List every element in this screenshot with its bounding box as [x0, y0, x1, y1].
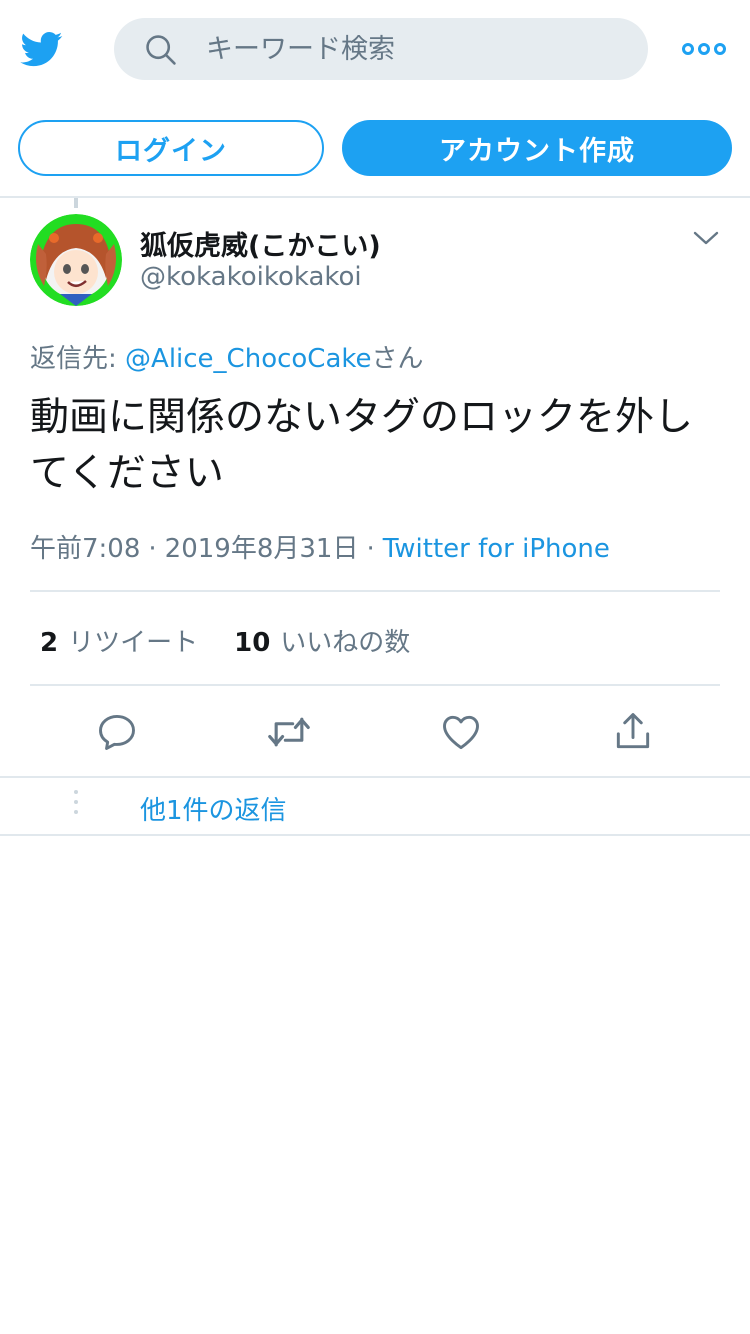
thread-connector-line: [74, 198, 78, 208]
login-button[interactable]: ログイン: [18, 120, 324, 176]
reply-icon[interactable]: [95, 710, 139, 754]
like-stat[interactable]: 10 いいねの数: [234, 628, 410, 658]
retweet-label: リツイート: [68, 628, 199, 658]
username[interactable]: @kokakoikokakoi: [140, 262, 362, 292]
reply-to-line: 返信先: @Alice_ChocoCakeさん: [30, 338, 424, 375]
tweet-page: ログイン アカウント作成 狐仮虎威(こかこい) @kokakoikokakoi …: [0, 0, 750, 1334]
meta-separator: ·: [366, 534, 375, 564]
search-input[interactable]: [206, 18, 626, 80]
tweet-time[interactable]: 午前7:08: [30, 534, 140, 564]
tweet-date[interactable]: 2019年8月31日: [165, 534, 359, 564]
twitter-bird-icon[interactable]: [18, 28, 66, 70]
retweet-icon[interactable]: [267, 710, 311, 754]
like-count: 10: [234, 628, 271, 658]
thread-dots: [74, 790, 78, 822]
stats-divider-bottom: [30, 684, 720, 686]
share-icon[interactable]: [611, 710, 655, 754]
reply-to-suffix: さん: [371, 344, 424, 374]
search-icon: [146, 35, 176, 65]
chevron-down-icon[interactable]: [692, 228, 720, 248]
like-label: いいねの数: [280, 628, 411, 658]
signup-button[interactable]: アカウント作成: [342, 120, 732, 176]
reply-mention-link[interactable]: @Alice_ChocoCake: [125, 344, 371, 374]
tweet-text: 動画に関係のないタグのロックを外してください: [30, 395, 694, 496]
retweet-count: 2: [40, 628, 59, 658]
tweet-stats: 2 リツイート 10 いいねの数: [40, 622, 410, 659]
more-replies-link[interactable]: 他1件の返信: [140, 790, 287, 827]
tweet-meta: 午前7:08 · 2019年8月31日 · Twitter for iPhone: [30, 528, 610, 565]
actions-divider: [0, 776, 750, 778]
top-bar: [0, 0, 750, 100]
reply-to-prefix: 返信先:: [30, 344, 126, 374]
search-bar[interactable]: [114, 18, 648, 80]
heart-icon[interactable]: [439, 710, 483, 754]
more-dots-icon[interactable]: [680, 38, 728, 60]
meta-separator: ·: [148, 534, 157, 564]
avatar-image: [30, 214, 122, 306]
stats-divider-top: [30, 590, 720, 592]
retweet-stat[interactable]: 2 リツイート: [40, 628, 198, 658]
bottom-divider: [0, 834, 750, 836]
avatar[interactable]: [30, 214, 122, 306]
tweet-source-link[interactable]: Twitter for iPhone: [383, 534, 610, 564]
header-divider: [0, 196, 750, 198]
display-name[interactable]: 狐仮虎威(こかこい): [140, 224, 381, 263]
